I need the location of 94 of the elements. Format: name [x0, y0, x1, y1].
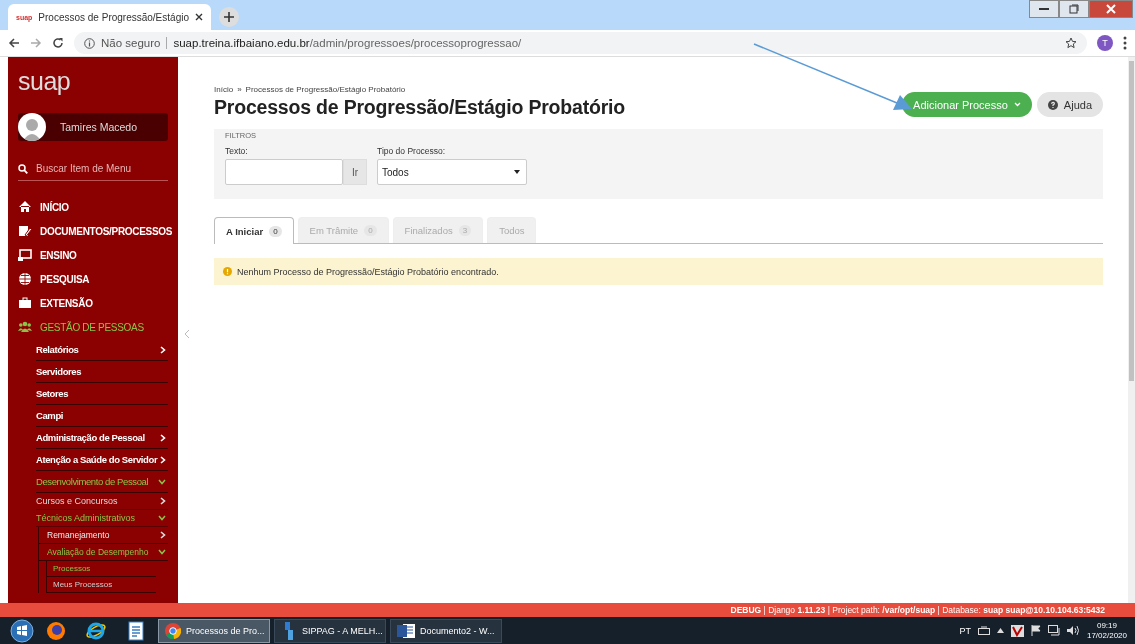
logo[interactable]: suap [8, 57, 178, 105]
close-icon[interactable] [195, 13, 203, 21]
volume-icon[interactable] [1066, 625, 1080, 636]
clock-date[interactable]: 17/02/2020 [1086, 630, 1127, 641]
menu-item-icon [18, 320, 32, 334]
count-badge: 0 [269, 225, 282, 237]
firefox-icon[interactable] [46, 620, 66, 641]
user-card[interactable]: Tamires Macedo [18, 113, 168, 141]
process-type-dropdown[interactable]: Todos [377, 159, 527, 185]
start-button[interactable] [10, 618, 34, 643]
restore-icon [1069, 4, 1079, 14]
menu-search-field[interactable]: Buscar Item de Menu [18, 163, 168, 181]
minimize-button[interactable] [1029, 0, 1059, 18]
restore-button[interactable] [1059, 0, 1089, 18]
field-label: Tipo do Processo: [377, 146, 447, 156]
document-icon[interactable] [128, 620, 144, 641]
url-host: suap.treina.ifbaiano.edu.br [173, 37, 310, 49]
taskbar-app[interactable]: Documento2 - W... [390, 618, 502, 643]
submenu-item[interactable]: Técnicos Administrativos [36, 510, 168, 527]
menu-item[interactable]: ENSINO [8, 243, 178, 267]
minimize-icon [1039, 7, 1049, 11]
document-app-icon [397, 622, 415, 639]
flag-icon[interactable] [1030, 625, 1041, 636]
menu-item[interactable]: GESTÃO DE PESSOAS [8, 315, 178, 339]
search-icon [18, 163, 28, 174]
submenu-item[interactable]: Remanejamento [39, 527, 168, 544]
text-input-field[interactable] [225, 159, 343, 185]
chevron-down-icon [158, 549, 166, 555]
chevron-right-icon [160, 497, 166, 505]
tab[interactable]: A Iniciar 0 [214, 217, 294, 244]
chevron-right-icon [160, 531, 166, 539]
menu-item[interactable]: INÍCIO [8, 195, 178, 219]
submenu-item[interactable]: Setores [36, 383, 168, 405]
page-title: Processos de Progressão/Estágio Probatório [214, 96, 625, 119]
breadcrumb-link[interactable]: Início [214, 85, 234, 94]
help-button[interactable]: Ajuda [1036, 92, 1103, 117]
plus-icon [224, 12, 234, 22]
star-icon[interactable] [1065, 37, 1077, 49]
submenu-item[interactable]: Processos [47, 561, 156, 577]
submenu-item[interactable]: Relatórios [36, 339, 168, 361]
submenu-item[interactable]: Administração de Pessoal [36, 427, 168, 449]
chevron-down-icon [158, 515, 166, 521]
menu-item-icon [18, 296, 32, 310]
submenu-item[interactable]: Desenvolvimento de Pessoal [36, 471, 168, 493]
security-label: Não seguro [101, 37, 168, 49]
chevron-right-icon [160, 345, 166, 354]
submenu-item[interactable]: Campi [36, 405, 168, 427]
submenu-item[interactable]: Servidores [36, 361, 168, 383]
language-indicator[interactable]: PT [959, 625, 971, 636]
new-tab-button[interactable] [219, 7, 239, 27]
profile-avatar[interactable]: T [1097, 35, 1113, 51]
debug-info: DEBUG | Django 1.11.23 | Project path: /var/opt/suap | Database: suap suap@10.10.104.63:5432 [730, 605, 1105, 615]
submenu-item[interactable]: Avaliação de Desempenho [39, 544, 168, 561]
browser-app-icon [165, 622, 181, 639]
alert-text: Nenhum Processo de Progressão/Estágio Probatório encontrado. [237, 266, 499, 277]
app-tray-icon[interactable] [1010, 624, 1024, 637]
address-bar[interactable]: Não seguro suap.treina.ifbaiano.edu.br/admin/progressoes/processoprogressao/ [74, 32, 1087, 54]
clock-time[interactable]: 09:19 [1096, 620, 1117, 631]
back-icon[interactable] [8, 37, 20, 49]
tray-expand-icon[interactable] [996, 628, 1004, 633]
menu-item-icon [18, 224, 32, 238]
network-icon[interactable] [1047, 625, 1060, 636]
close-button[interactable] [1089, 0, 1133, 18]
info-icon [84, 37, 95, 49]
submenu-item[interactable]: Atenção a Saúde do Servidor [36, 449, 168, 471]
chevron-down-icon [158, 478, 166, 485]
url-path: /admin/progressoes/processoprogressao/ [309, 37, 522, 49]
close-icon [1106, 4, 1116, 14]
tab-title: Processos de Progressão/Estágio [38, 11, 189, 23]
field-label: Texto: [225, 146, 249, 156]
menu-item-icon [18, 200, 32, 214]
taskbar-app[interactable]: SIPPAG - A MELH... [274, 618, 386, 643]
go-button[interactable]: Ir [343, 159, 367, 185]
more-icon[interactable] [1123, 36, 1127, 50]
chevron-right-icon [160, 455, 166, 464]
taskbar-app[interactable]: Processos de Pro... [158, 618, 270, 643]
chevron-right-icon [160, 433, 166, 442]
help-icon [1047, 99, 1058, 110]
menu-item-icon [18, 248, 32, 262]
chevron-down-icon [1013, 102, 1021, 107]
submenu-item[interactable]: Cursos e Concursos [36, 493, 168, 510]
warning-icon [223, 267, 232, 276]
reload-icon[interactable] [52, 37, 64, 49]
menu-item[interactable]: PESQUISA [8, 267, 178, 291]
user-name: Tamires Macedo [60, 121, 138, 133]
menu-item[interactable]: EXTENSÃO [8, 291, 178, 315]
scrollbar[interactable] [1128, 57, 1135, 603]
avatar-silhouette [18, 113, 46, 141]
breadcrumb-separator: » [237, 85, 242, 94]
menu-item-icon [18, 272, 32, 286]
keyboard-icon[interactable] [977, 626, 990, 635]
submenu-item[interactable]: Meus Processos [47, 577, 156, 593]
dropdown-arrow-icon [514, 170, 520, 174]
menu-item[interactable]: DOCUMENTOS/PROCESSOS [8, 219, 178, 243]
